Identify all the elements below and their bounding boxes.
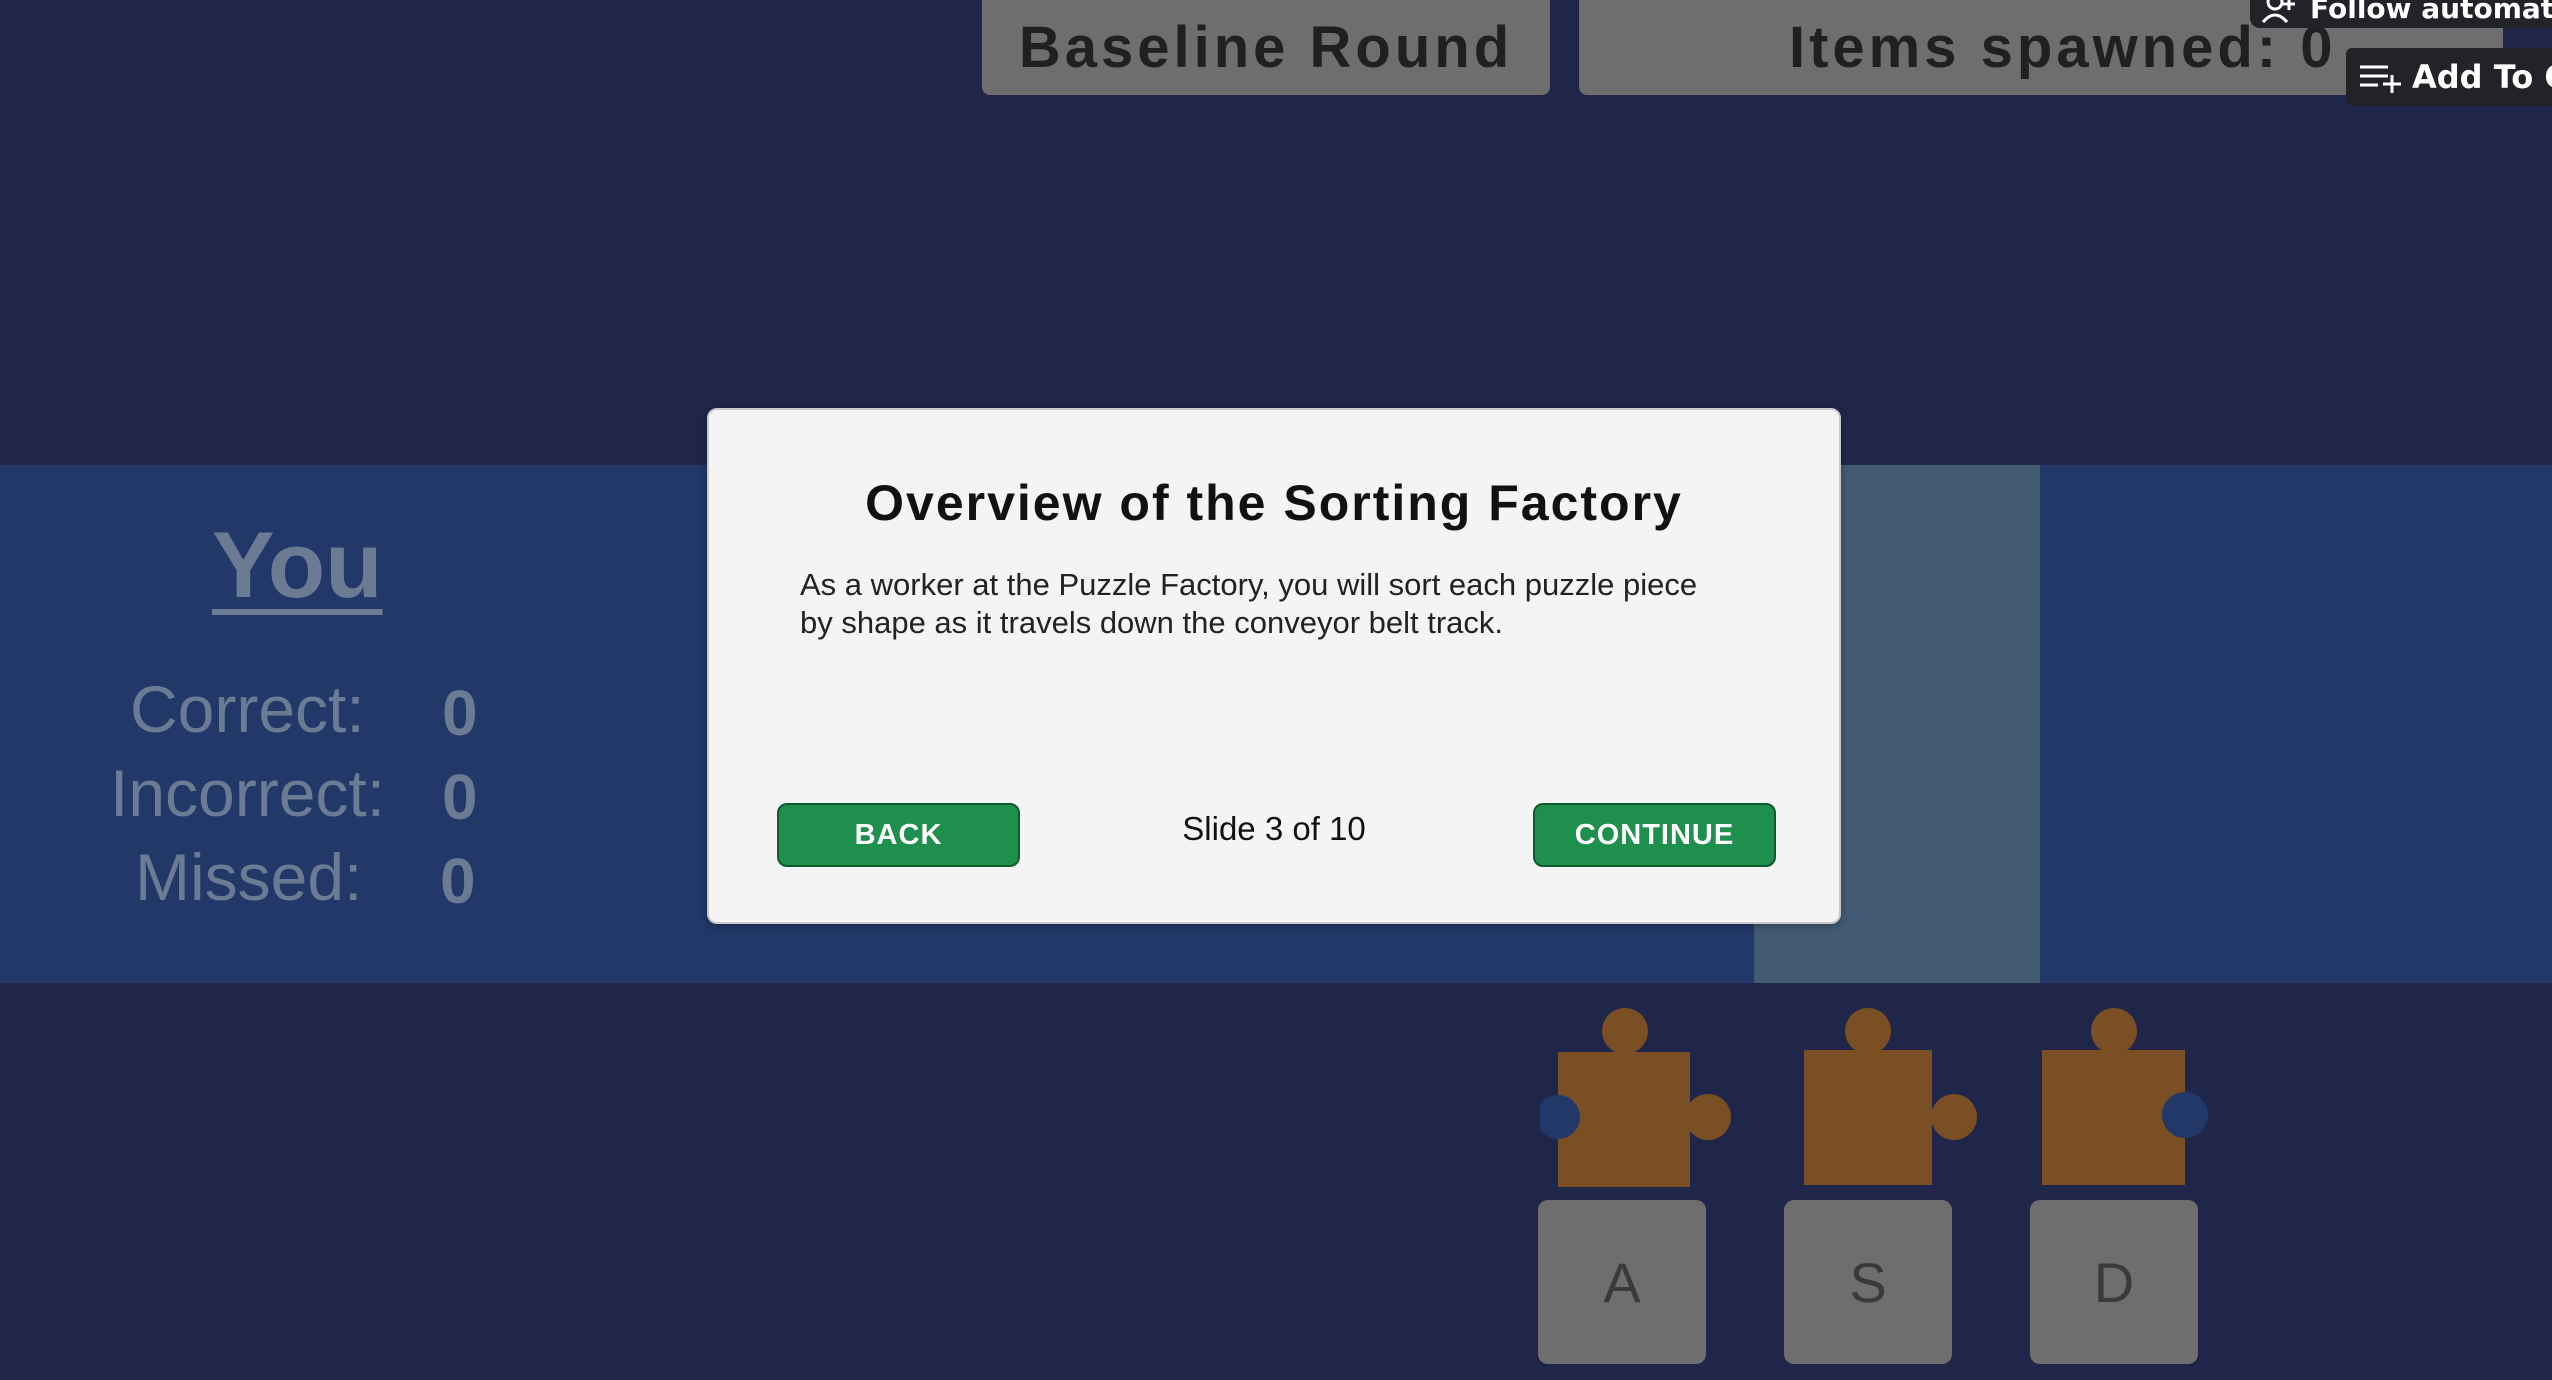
incorrect-value: 0 — [442, 761, 478, 833]
puzzle-piece-d-icon — [2042, 1008, 2208, 1185]
missed-label: Missed: — [135, 840, 363, 914]
follow-automatic-button[interactable]: Follow automatic — [2250, 0, 2552, 28]
continue-button[interactable]: CONTINUE — [1533, 803, 1776, 867]
incorrect-label: Incorrect: — [110, 756, 386, 830]
puzzle-piece-a-icon — [1540, 1008, 1731, 1187]
follow-user-icon — [2260, 0, 2298, 24]
correct-label: Correct: — [130, 672, 365, 746]
add-to-collection-label: Add To Co — [2412, 58, 2552, 96]
key-s-button[interactable]: S — [1784, 1200, 1952, 1364]
tutorial-modal: Overview of the Sorting Factory As a wor… — [707, 408, 1841, 924]
missed-value: 0 — [440, 845, 476, 917]
key-d-label: D — [2093, 1250, 2135, 1314]
key-a-button[interactable]: A — [1538, 1200, 1706, 1364]
player-title: You — [212, 512, 383, 617]
modal-title: Overview of the Sorting Factory — [865, 475, 1683, 531]
correct-value: 0 — [442, 677, 478, 749]
modal-body: As a worker at the Puzzle Factory, you w… — [800, 567, 1698, 640]
key-a-label: A — [1603, 1250, 1641, 1314]
round-label: Baseline Round — [1018, 15, 1514, 80]
round-label-panel: Baseline Round — [982, 0, 1550, 95]
add-to-collection-button[interactable]: Add To Co — [2346, 48, 2552, 106]
follow-automatic-label: Follow automatic — [2310, 0, 2552, 25]
key-d-button[interactable]: D — [2030, 1200, 2198, 1364]
add-to-list-icon — [2358, 59, 2404, 95]
puzzle-piece-s-icon — [1804, 1008, 1977, 1185]
key-s-label: S — [1849, 1250, 1887, 1314]
